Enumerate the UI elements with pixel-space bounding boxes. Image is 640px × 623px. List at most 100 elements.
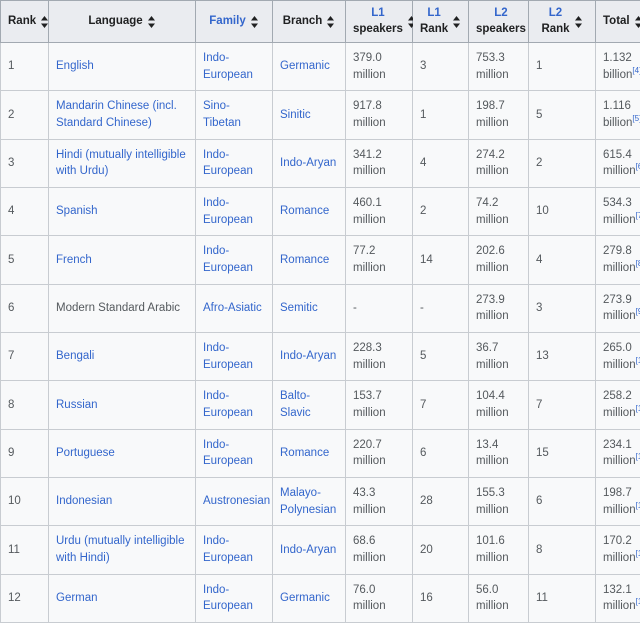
cell-family[interactable]: Indo-European [196, 526, 273, 574]
cell-language[interactable]: Spanish [49, 188, 196, 236]
cell-branch-text[interactable]: Malayo-Polynesian [280, 487, 336, 516]
cell-branch[interactable]: Semitic [273, 284, 346, 332]
reference-marker[interactable]: [15] [636, 598, 640, 607]
reference-marker[interactable]: [10] [636, 356, 640, 365]
cell-family[interactable]: Indo-European [196, 236, 273, 284]
cell-branch[interactable]: Germanic [273, 574, 346, 622]
cell-family[interactable]: Indo-European [196, 333, 273, 381]
column-header-l1-rank[interactable]: L1 Rank [413, 1, 469, 43]
cell-branch-text[interactable]: Romance [280, 447, 329, 459]
cell-family-text[interactable]: Indo-European [203, 342, 253, 371]
reference-marker[interactable]: [6] [636, 163, 640, 172]
cell-family-text[interactable]: Indo-European [203, 390, 253, 419]
reference-marker[interactable]: [13] [636, 501, 640, 510]
column-header-family-link[interactable]: Family [209, 15, 245, 27]
cell-language[interactable]: Indonesian [49, 478, 196, 526]
column-header-branch[interactable]: Branch [273, 1, 346, 43]
cell-family-text[interactable]: Indo-European [203, 197, 253, 226]
cell-branch-text[interactable]: Balto-Slavic [280, 390, 311, 419]
reference-marker[interactable]: [9] [636, 308, 640, 317]
cell-branch-text[interactable]: Sinitic [280, 109, 311, 121]
cell-family[interactable]: Indo-European [196, 381, 273, 429]
column-header-language[interactable]: Language [49, 1, 196, 43]
reference-marker[interactable]: [8] [636, 259, 640, 268]
cell-language[interactable]: Hindi (mutually intelligible with Urdu) [49, 139, 196, 187]
cell-branch[interactable]: Sinitic [273, 91, 346, 139]
reference-marker[interactable]: [4] [632, 66, 640, 75]
cell-family[interactable]: Indo-European [196, 574, 273, 622]
cell-branch-text[interactable]: Germanic [280, 60, 330, 72]
cell-branch-text[interactable]: Indo-Aryan [280, 350, 336, 362]
cell-language-text[interactable]: Spanish [56, 205, 98, 217]
sort-both-arrows-icon[interactable] [326, 15, 335, 28]
column-header-l2-link[interactable]: L2 [549, 7, 562, 19]
column-header-rank[interactable]: Rank [1, 1, 49, 43]
cell-language[interactable]: Bengali [49, 333, 196, 381]
cell-family-text[interactable]: Indo-European [203, 149, 253, 178]
cell-family-text[interactable]: Austronesian [203, 495, 270, 507]
sort-both-arrows-icon[interactable] [574, 15, 583, 28]
column-header-l1-link[interactable]: L1 [371, 7, 384, 19]
cell-family-text[interactable]: Indo-European [203, 245, 253, 274]
cell-language-text[interactable]: Indonesian [56, 495, 112, 507]
cell-family[interactable]: Austronesian [196, 478, 273, 526]
cell-language[interactable]: Portuguese [49, 429, 196, 477]
sort-both-arrows-icon[interactable] [250, 15, 259, 28]
cell-family-text[interactable]: Indo-European [203, 584, 253, 613]
cell-branch-text[interactable]: Indo-Aryan [280, 544, 336, 556]
cell-language[interactable]: German [49, 574, 196, 622]
cell-branch-text[interactable]: Germanic [280, 592, 330, 604]
reference-marker[interactable]: [14] [636, 549, 640, 558]
cell-family-text[interactable]: Indo-European [203, 52, 253, 81]
column-header-l2-rank[interactable]: L2 Rank [529, 1, 596, 43]
cell-language-text[interactable]: Russian [56, 399, 98, 411]
cell-branch[interactable]: Indo-Aryan [273, 526, 346, 574]
cell-family[interactable]: Indo-European [196, 188, 273, 236]
reference-marker[interactable]: [11] [636, 404, 640, 413]
cell-branch-text[interactable]: Indo-Aryan [280, 157, 336, 169]
cell-branch-text[interactable]: Semitic [280, 302, 318, 314]
cell-language[interactable]: Mandarin Chinese (incl. Standard Chinese… [49, 91, 196, 139]
cell-language-text[interactable]: German [56, 592, 98, 604]
cell-family[interactable]: Indo-European [196, 139, 273, 187]
cell-family[interactable]: Indo-European [196, 429, 273, 477]
cell-family-text[interactable]: Indo-European [203, 535, 253, 564]
column-header-l2-speakers[interactable]: L2 speakers [469, 1, 529, 43]
cell-branch[interactable]: Indo-Aryan [273, 333, 346, 381]
cell-language-text[interactable]: Hindi (mutually intelligible with Urdu) [56, 149, 186, 178]
sort-both-arrows-icon[interactable] [147, 15, 156, 28]
sort-both-arrows-icon[interactable] [634, 15, 640, 28]
column-header-total[interactable]: Total [596, 1, 640, 43]
cell-branch[interactable]: Malayo-Polynesian [273, 478, 346, 526]
cell-family[interactable]: Afro-Asiatic [196, 284, 273, 332]
cell-branch[interactable]: Indo-Aryan [273, 139, 346, 187]
cell-language[interactable]: French [49, 236, 196, 284]
sort-both-arrows-icon[interactable] [452, 15, 461, 28]
cell-branch[interactable]: Romance [273, 429, 346, 477]
cell-language[interactable]: Russian [49, 381, 196, 429]
cell-language[interactable]: English [49, 43, 196, 91]
column-header-l1-speakers[interactable]: L1 speakers [346, 1, 413, 43]
cell-language-text[interactable]: Bengali [56, 350, 94, 362]
cell-language-text[interactable]: Mandarin Chinese (incl. Standard Chinese… [56, 100, 177, 129]
column-header-l2-link[interactable]: L2 [494, 7, 507, 19]
cell-language-text[interactable]: Urdu (mutually intelligible with Hindi) [56, 535, 184, 564]
column-header-l1-link[interactable]: L1 [427, 7, 440, 19]
column-header-family[interactable]: Family [196, 1, 273, 43]
cell-language[interactable]: Urdu (mutually intelligible with Hindi) [49, 526, 196, 574]
cell-family-text[interactable]: Indo-European [203, 439, 253, 468]
cell-language-text[interactable]: English [56, 60, 94, 72]
reference-marker[interactable]: [7] [636, 211, 640, 220]
cell-language-text[interactable]: Portuguese [56, 447, 115, 459]
cell-family-text[interactable]: Afro-Asiatic [203, 302, 262, 314]
cell-language-text[interactable]: French [56, 254, 92, 266]
cell-branch-text[interactable]: Romance [280, 205, 329, 217]
cell-family[interactable]: Sino-Tibetan [196, 91, 273, 139]
cell-family-text[interactable]: Sino-Tibetan [203, 100, 241, 129]
cell-branch[interactable]: Germanic [273, 43, 346, 91]
cell-branch-text[interactable]: Romance [280, 254, 329, 266]
cell-family[interactable]: Indo-European [196, 43, 273, 91]
reference-marker[interactable]: [5] [632, 114, 640, 123]
cell-branch[interactable]: Balto-Slavic [273, 381, 346, 429]
reference-marker[interactable]: [12] [636, 453, 640, 462]
